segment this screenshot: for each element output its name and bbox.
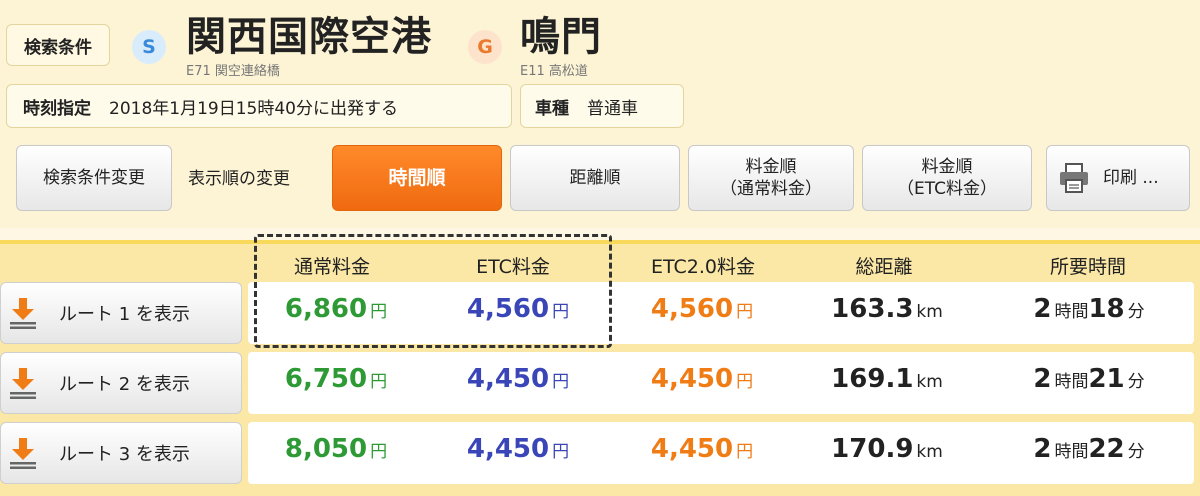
destination-interchange: E11 高松道 <box>520 64 588 79</box>
sort-order-label: 表示順の変更 <box>188 169 290 189</box>
sort-by-etc-fee-line1: 料金順 <box>921 156 973 177</box>
sort-by-time-button[interactable]: 時間順 <box>332 145 502 211</box>
vehicle-type-label: 車種 <box>535 98 569 119</box>
departure-time-box: 時刻指定 2018年1月19日15時40分に出発する <box>6 84 512 128</box>
goal-badge-icon: G <box>468 30 502 64</box>
sort-by-distance-button[interactable]: 距離順 <box>510 145 680 211</box>
distance-cell: 163.3 km <box>831 294 943 324</box>
departure-time-value: 2018年1月19日15時40分に出発する <box>109 98 398 119</box>
show-route-1-button[interactable]: ルート 1 を表示 <box>0 282 242 344</box>
etc-fee-cell: 4,450 円 <box>466 434 570 464</box>
departure-time-label: 時刻指定 <box>23 98 91 119</box>
vehicle-type-box: 車種 普通車 <box>520 84 684 128</box>
download-icon <box>10 368 36 399</box>
fee-highlight-box <box>254 234 612 348</box>
etc2-fee-cell: 4,560 円 <box>650 294 754 324</box>
normal-fee-cell: 6,750 円 <box>284 364 388 394</box>
origin-interchange: E71 関空連絡橋 <box>186 64 280 79</box>
show-route-label: ルート 3 を表示 <box>59 444 190 465</box>
sort-by-normal-fee-button[interactable]: 料金順 （通常料金） <box>688 145 854 211</box>
sort-by-normal-fee-line1: 料金順 <box>745 156 797 177</box>
destination-name: 鳴門 <box>520 14 602 60</box>
duration-cell: 2 時間21 分 <box>1033 364 1145 394</box>
change-conditions-button[interactable]: 検索条件変更 <box>16 145 172 211</box>
printer-icon <box>1060 163 1088 193</box>
distance-cell: 169.1 km <box>831 364 943 394</box>
sort-by-normal-fee-line2: （通常料金） <box>720 179 822 199</box>
header-duration: 所要時間 <box>1049 256 1126 278</box>
show-route-label: ルート 2 を表示 <box>59 374 190 395</box>
show-route-label: ルート 1 を表示 <box>59 304 190 325</box>
print-label: 印刷 ... <box>1103 167 1159 188</box>
normal-fee-cell: 8,050 円 <box>284 434 388 464</box>
route-search-results: 検索条件 S 関西国際空港 E71 関空連絡橋 G 鳴門 E11 高松道 時刻指… <box>0 0 1200 496</box>
distance-cell: 170.9 km <box>831 434 943 464</box>
header-total-distance: 総距離 <box>855 256 913 278</box>
show-route-3-button[interactable]: ルート 3 を表示 <box>0 422 242 484</box>
vehicle-type-value: 普通車 <box>587 98 638 119</box>
sort-by-etc-fee-line2: （ETC料金） <box>897 179 997 199</box>
search-conditions-label: 検索条件 <box>6 24 110 66</box>
sort-by-etc-fee-button[interactable]: 料金順 （ETC料金） <box>862 145 1032 211</box>
etc2-fee-cell: 4,450 円 <box>650 434 754 464</box>
header-etc2-fee: ETC2.0料金 <box>651 256 755 278</box>
show-route-2-button[interactable]: ルート 2 を表示 <box>0 352 242 414</box>
start-badge-icon: S <box>132 30 166 64</box>
origin-name: 関西国際空港 <box>186 14 432 60</box>
download-icon <box>10 298 36 329</box>
download-icon <box>10 438 36 469</box>
duration-cell: 2 時間22 分 <box>1033 434 1145 464</box>
duration-cell: 2 時間18 分 <box>1033 294 1145 324</box>
search-conditions-panel: 検索条件 S 関西国際空港 E71 関空連絡橋 G 鳴門 E11 高松道 時刻指… <box>0 0 1200 228</box>
print-button[interactable]: 印刷 ... <box>1046 145 1190 211</box>
etc2-fee-cell: 4,450 円 <box>650 364 754 394</box>
etc-fee-cell: 4,450 円 <box>466 364 570 394</box>
